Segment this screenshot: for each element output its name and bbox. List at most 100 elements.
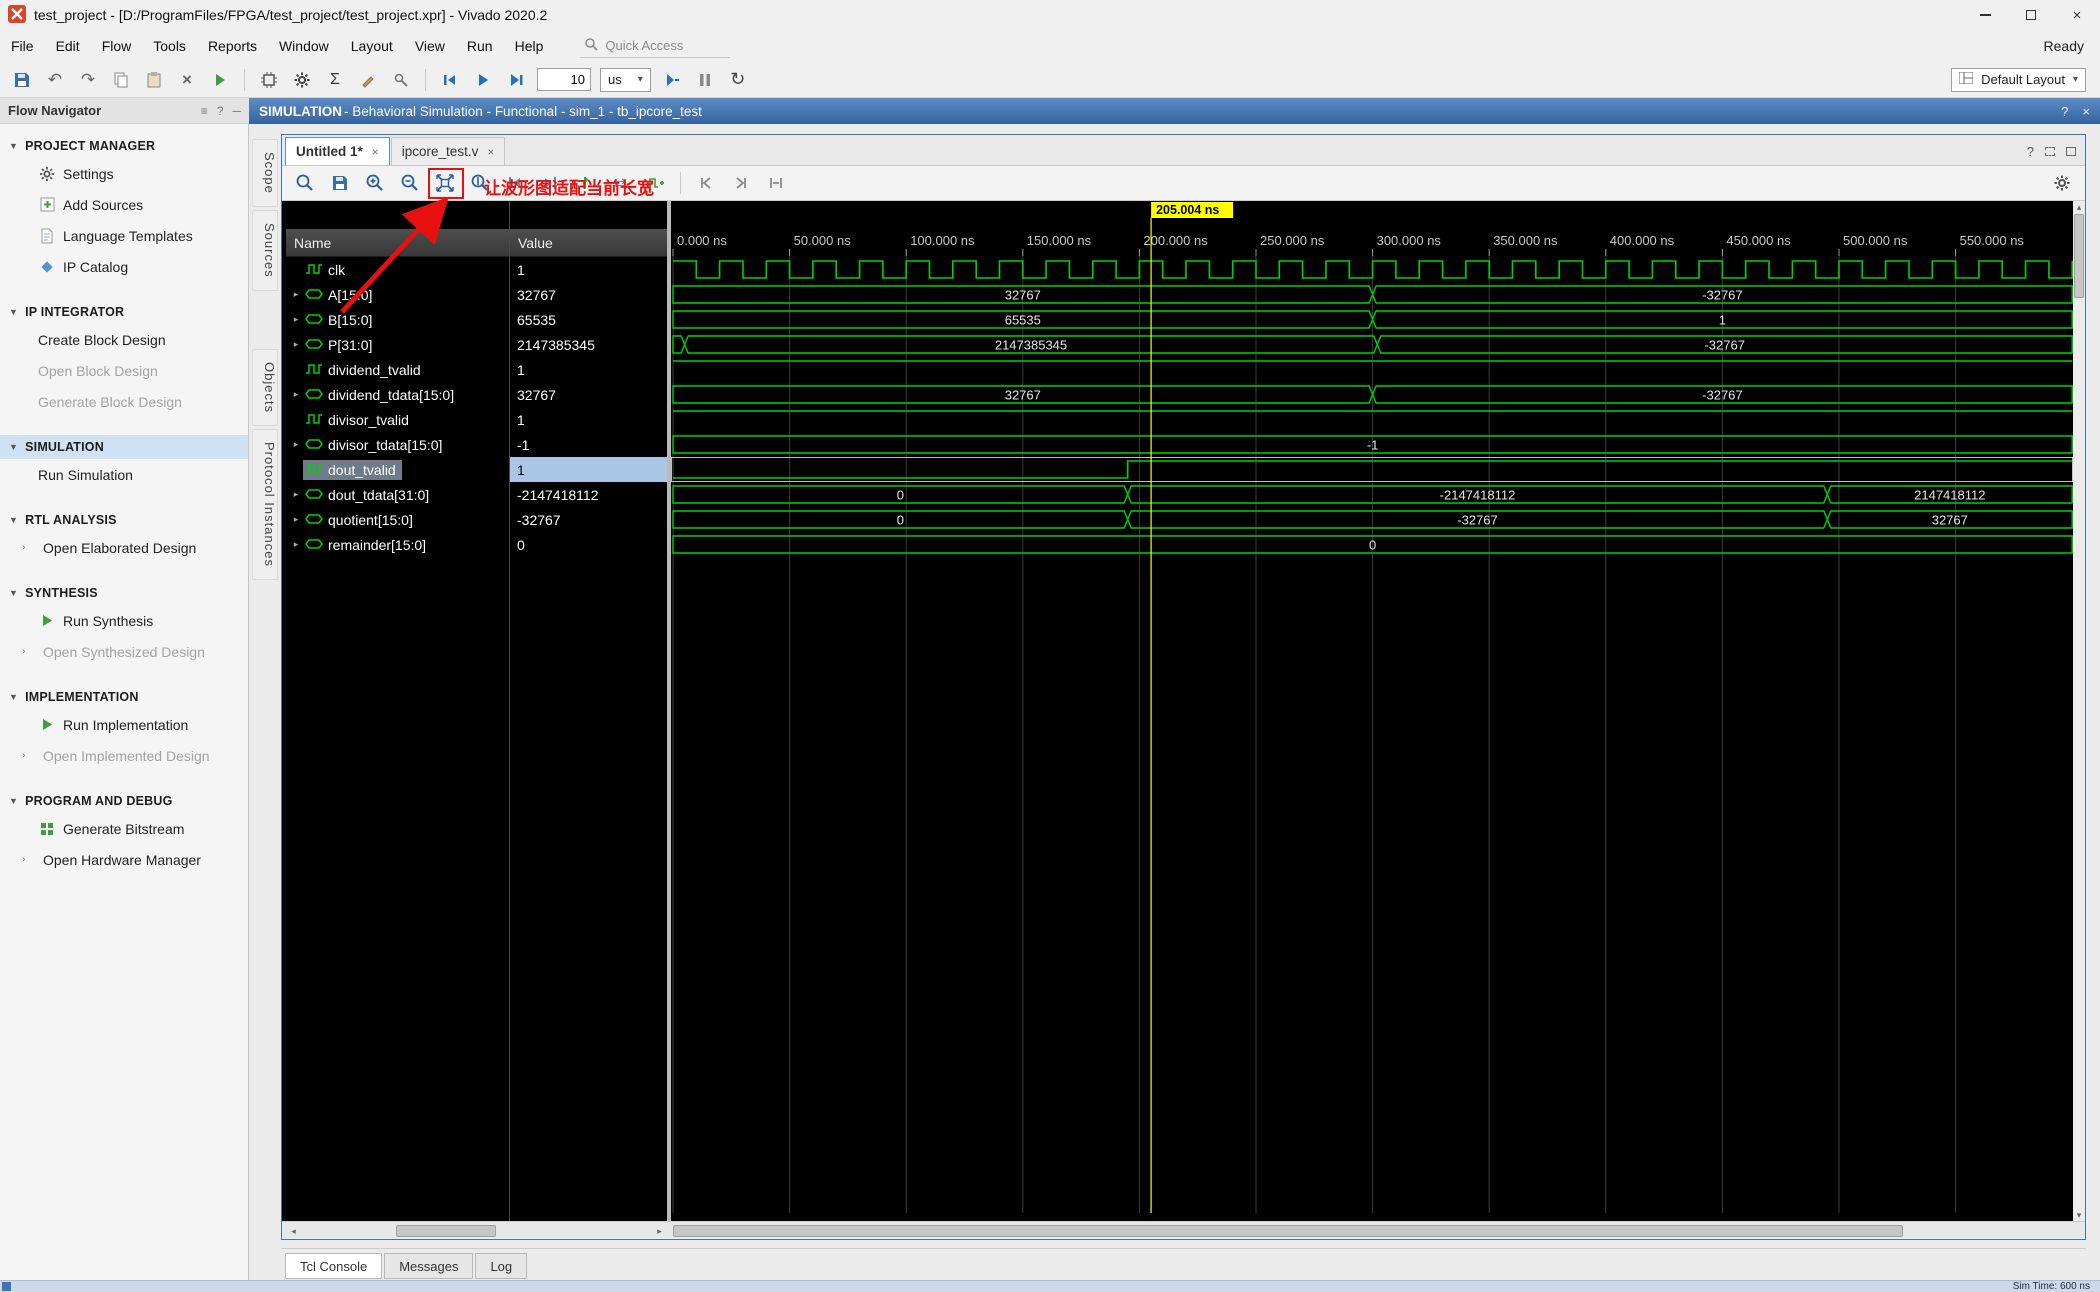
sim-time-input[interactable] <box>537 68 591 91</box>
scroll-right-icon[interactable]: ▸ <box>652 1225 667 1237</box>
maximize-pane-icon[interactable] <box>2066 144 2076 159</box>
menu-edit[interactable]: Edit <box>45 30 91 62</box>
redo-icon[interactable]: ↷ <box>76 68 100 92</box>
tab-untitled-1[interactable]: Untitled 1* × <box>285 137 390 165</box>
console-tab-tcl-console[interactable]: Tcl Console <box>285 1253 383 1279</box>
name-hscrollbar[interactable]: ◂ ▸ <box>286 1223 667 1238</box>
signal-row[interactable]: ▸ remainder[15:0] <box>286 532 509 557</box>
run-all-icon[interactable] <box>471 68 495 92</box>
sidebar-item-settings[interactable]: Settings <box>0 158 248 189</box>
close-button[interactable]: × <box>2054 0 2100 30</box>
signal-row[interactable]: ▸ P[31:0] <box>286 332 509 357</box>
sidebar-item-open-block-design[interactable]: Open Block Design <box>0 355 248 386</box>
paste-icon[interactable] <box>142 68 166 92</box>
signal-value[interactable]: 1 <box>510 357 667 382</box>
help-icon[interactable]: ? <box>2061 104 2068 119</box>
menu-view[interactable]: View <box>404 30 456 62</box>
relaunch-icon[interactable]: ↻ <box>726 68 750 92</box>
side-tab-objects[interactable]: Objects <box>252 348 278 426</box>
flow-section-header-implementation[interactable]: ▼ IMPLEMENTATION <box>0 685 248 709</box>
signal-row[interactable]: dout_tvalid <box>286 457 509 482</box>
flow-section-header-project-manager[interactable]: ▼ PROJECT MANAGER <box>0 134 248 158</box>
side-tab-protocol-instances[interactable]: Protocol Instances <box>252 428 278 580</box>
console-tab-messages[interactable]: Messages <box>384 1253 474 1279</box>
add-marker-icon[interactable] <box>572 170 598 196</box>
console-tab-log[interactable]: Log <box>475 1253 528 1279</box>
wave-hscroll-thumb[interactable] <box>673 1225 1903 1237</box>
expand-arrow-icon[interactable]: ▸ <box>289 339 303 350</box>
scroll-down-icon[interactable]: ▾ <box>2073 1209 2085 1221</box>
copy-icon[interactable] <box>109 68 133 92</box>
previous-transition-icon[interactable] <box>502 170 528 196</box>
restart-sim-icon[interactable] <box>438 68 462 92</box>
signal-row[interactable]: ▸ A[15:0] <box>286 282 509 307</box>
sidebar-item-open-elaborated-design[interactable]: › Open Elaborated Design <box>0 532 248 563</box>
flow-section-header-simulation[interactable]: ▼ SIMULATION <box>0 435 248 459</box>
time-unit-select[interactable]: us ▾ <box>600 67 651 92</box>
find-icon[interactable] <box>292 170 318 196</box>
add-signal-icon[interactable] <box>642 170 668 196</box>
expand-arrow-icon[interactable]: ▸ <box>289 389 303 400</box>
signal-row[interactable]: dividend_tvalid <box>286 357 509 382</box>
flow-section-header-rtl-analysis[interactable]: ▼ RTL ANALYSIS <box>0 508 248 532</box>
sidebar-item-open-implemented-design[interactable]: › Open Implemented Design <box>0 740 248 771</box>
zoom-in-icon[interactable] <box>362 170 388 196</box>
settings-gear-icon[interactable] <box>290 68 314 92</box>
sidebar-item-generate-bitstream[interactable]: Generate Bitstream <box>0 813 248 844</box>
scroll-left-icon[interactable]: ◂ <box>286 1225 301 1237</box>
menu-layout[interactable]: Layout <box>340 30 404 62</box>
menu-run[interactable]: Run <box>456 30 504 62</box>
swap-cursor-icon[interactable]: ⇄ <box>607 170 633 196</box>
probe-icon[interactable] <box>389 68 413 92</box>
menu-reports[interactable]: Reports <box>197 30 268 62</box>
wave-settings-gear-icon[interactable] <box>2049 170 2075 196</box>
sidebar-item-add-sources[interactable]: Add Sources <box>0 189 248 220</box>
close-tab-icon[interactable]: × <box>372 145 379 159</box>
signal-row[interactable]: ▸ divisor_tdata[15:0] <box>286 432 509 457</box>
value-column-header[interactable]: Value <box>510 229 667 257</box>
next-transition-icon[interactable] <box>537 170 563 196</box>
signal-value[interactable]: -32767 <box>510 507 667 532</box>
signal-value[interactable]: 32767 <box>510 382 667 407</box>
step-icon[interactable] <box>660 68 684 92</box>
zoom-out-icon[interactable] <box>397 170 423 196</box>
zoom-to-cursor-icon[interactable] <box>467 170 493 196</box>
sidebar-item-open-hardware-manager[interactable]: › Open Hardware Manager <box>0 844 248 875</box>
undo-icon[interactable]: ↶ <box>43 68 67 92</box>
layout-selector[interactable]: Default Layout ▾ <box>1951 67 2086 92</box>
quick-access-search[interactable]: Quick Access <box>580 35 731 58</box>
pause-icon[interactable] <box>693 68 717 92</box>
flow-section-header-program-and-debug[interactable]: ▼ PROGRAM AND DEBUG <box>0 789 248 813</box>
signal-value[interactable]: 0 <box>510 532 667 557</box>
sidebar-item-ip-catalog[interactable]: IP Catalog <box>0 251 248 282</box>
signal-value[interactable]: 1 <box>510 457 667 482</box>
pane-help-icon[interactable]: ? <box>2027 144 2034 159</box>
signal-value[interactable]: -2147418112 <box>510 482 667 507</box>
signal-value[interactable]: 32767 <box>510 282 667 307</box>
go-to-end-icon[interactable] <box>728 170 754 196</box>
scroll-up-icon[interactable]: ▴ <box>2073 201 2085 213</box>
close-tab-icon[interactable]: × <box>487 145 494 159</box>
side-tab-scope[interactable]: Scope <box>252 139 278 207</box>
hide-panel-icon[interactable]: ─ <box>232 104 241 118</box>
expand-arrow-icon[interactable]: ▸ <box>289 539 303 550</box>
signal-value[interactable]: -1 <box>510 432 667 457</box>
save-waveform-icon[interactable] <box>327 170 353 196</box>
close-simulation-icon[interactable]: × <box>2082 104 2090 119</box>
fit-height-icon[interactable] <box>763 170 789 196</box>
signal-row[interactable]: ▸ quotient[15:0] <box>286 507 509 532</box>
sidebar-item-run-synthesis[interactable]: Run Synthesis <box>0 605 248 636</box>
signal-row[interactable]: ▸ dividend_tdata[15:0] <box>286 382 509 407</box>
signal-value[interactable]: 65535 <box>510 307 667 332</box>
pencil-icon[interactable] <box>356 68 380 92</box>
sidebar-item-run-implementation[interactable]: Run Implementation <box>0 709 248 740</box>
name-hscroll-thumb[interactable] <box>396 1225 496 1237</box>
menu-tools[interactable]: Tools <box>142 30 197 62</box>
flow-section-header-synthesis[interactable]: ▼ SYNTHESIS <box>0 581 248 605</box>
chip-icon[interactable] <box>257 68 281 92</box>
tab-ipcore-test-v[interactable]: ipcore_test.v × <box>390 137 506 165</box>
waveform-canvas[interactable]: 0.000 ns 50.000 ns 100.000 ns 150.000 ns 200… <box>671 201 2073 1221</box>
nav-help-icon[interactable]: ? <box>217 104 224 118</box>
menu-window[interactable]: Window <box>268 30 340 62</box>
wave-hscrollbar[interactable] <box>671 1223 2073 1238</box>
